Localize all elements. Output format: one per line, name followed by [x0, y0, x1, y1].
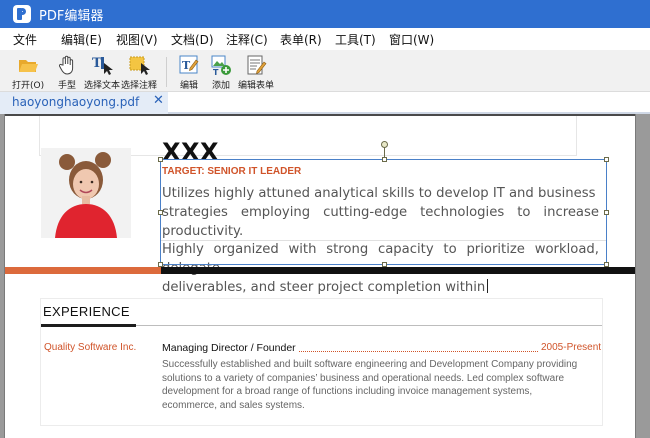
- edit-text-icon: T: [179, 55, 199, 74]
- open-button[interactable]: 打开(O): [12, 54, 44, 91]
- title-bar: PDF编辑器: [0, 0, 650, 28]
- hand-tool-button[interactable]: 手型: [56, 54, 78, 91]
- menu-edit[interactable]: 编辑(E): [61, 31, 102, 48]
- document-tab-bar: haoyonghaoyong.pdf ✕: [0, 92, 650, 114]
- summary-line-last: deliverables, and steer project completi…: [162, 278, 599, 298]
- select-annotation-button[interactable]: 选择注释: [121, 54, 157, 91]
- experience-role[interactable]: Managing Director / Founder: [162, 342, 298, 354]
- document-tab[interactable]: haoyonghaoyong.pdf ✕: [0, 92, 168, 114]
- description-line: development for a broad range of functio…: [162, 386, 533, 397]
- edit-form-button[interactable]: 编辑表单: [238, 54, 274, 91]
- menu-form[interactable]: 表单(R): [280, 31, 322, 48]
- experience-heading-underline: [41, 324, 136, 327]
- resize-handle-top-right[interactable]: [604, 157, 609, 162]
- description-line: Successfully established and built softw…: [162, 359, 578, 370]
- menu-tools[interactable]: 工具(T): [335, 31, 376, 48]
- pdf-page[interactable]: XXX TARGET: SENIOR IT LEADER Utilizes hi…: [4, 114, 636, 438]
- menu-file[interactable]: 文件: [13, 31, 37, 48]
- description-line: ecommerce, and sales systems.: [162, 399, 305, 411]
- select-annotation-icon: [129, 56, 150, 75]
- menu-view[interactable]: 视图(V): [116, 31, 158, 48]
- divider-band-black: [161, 267, 635, 274]
- experience-company[interactable]: Quality Software Inc.: [44, 342, 136, 353]
- document-viewport[interactable]: XXX TARGET: SENIOR IT LEADER Utilizes hi…: [0, 114, 650, 438]
- resize-handle-right[interactable]: [604, 210, 609, 215]
- select-text-icon: T: [92, 56, 113, 75]
- app-logo-icon: [13, 5, 31, 23]
- document-tab-label: haoyonghaoyong.pdf: [12, 95, 140, 109]
- edit-button[interactable]: T 编辑: [178, 54, 200, 91]
- close-icon[interactable]: ✕: [153, 93, 164, 108]
- resize-handle-top-left[interactable]: [158, 157, 163, 162]
- app-title: PDF编辑器: [39, 8, 104, 24]
- select-text-button[interactable]: T 选择文本: [84, 54, 120, 91]
- svg-text:T: T: [92, 56, 102, 71]
- menu-bar: 文件 编辑(E) 视图(V) 文档(D) 注释(C) 表单(R) 工具(T) 窗…: [0, 28, 650, 50]
- description-line: solutions to a variety of companies’ bus…: [162, 372, 565, 384]
- experience-period[interactable]: 2005-Present: [539, 342, 602, 353]
- menu-window[interactable]: 窗口(W): [389, 31, 434, 48]
- divider-band-orange: [5, 267, 161, 274]
- menu-document[interactable]: 文档(D): [171, 31, 214, 48]
- toolbar: 打开(O) 手型 T 选择文本 选择注释 T 编辑 T 添加 编辑表单: [0, 50, 650, 92]
- experience-rule: [136, 325, 602, 326]
- experience-heading[interactable]: EXPERIENCE: [43, 304, 130, 319]
- resize-handle-left[interactable]: [158, 210, 163, 215]
- add-image-icon: T: [211, 55, 231, 76]
- hand-icon: [58, 55, 74, 75]
- svg-text:T: T: [213, 68, 219, 76]
- add-button[interactable]: T 添加: [210, 54, 232, 91]
- resize-handle-top[interactable]: [382, 157, 387, 162]
- folder-open-icon: [19, 60, 39, 72]
- profile-photo-image: [41, 148, 131, 238]
- toolbar-separator: [166, 57, 167, 87]
- edit-form-icon: [247, 55, 267, 75]
- text-caret: [487, 278, 489, 293]
- text-selection-box[interactable]: [158, 141, 609, 267]
- menu-comment[interactable]: 注释(C): [226, 31, 268, 48]
- rotate-handle[interactable]: [381, 141, 388, 148]
- experience-description[interactable]: Successfully established and built softw…: [162, 358, 602, 412]
- profile-photo[interactable]: [41, 148, 131, 238]
